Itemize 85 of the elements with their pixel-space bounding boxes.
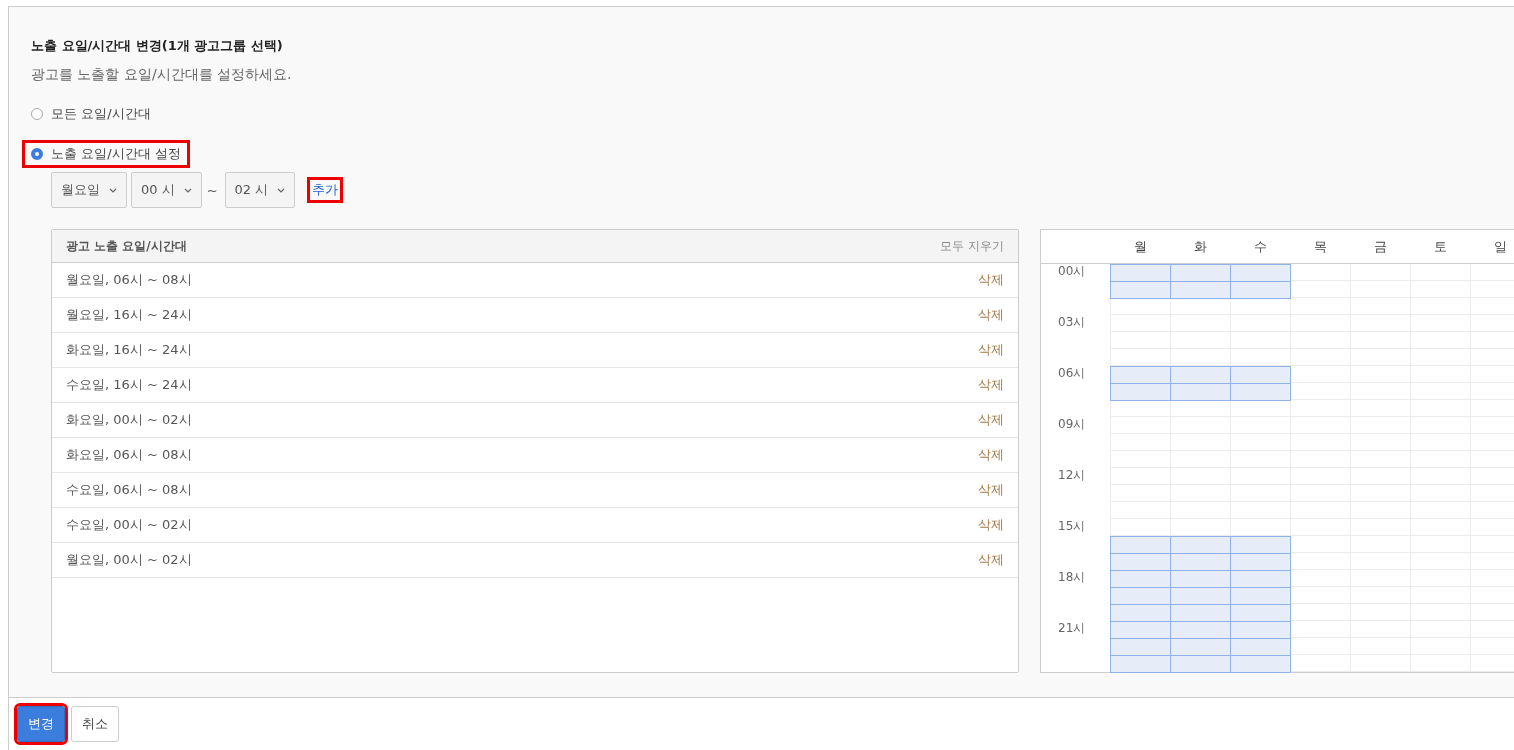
end-hour-select[interactable]: 02 시	[224, 172, 296, 208]
chevron-down-icon	[183, 187, 192, 193]
time-slot[interactable]	[1110, 638, 1171, 656]
time-slot[interactable]	[1170, 536, 1231, 554]
schedule-entry: 화요일, 00시 ~ 02시	[66, 411, 192, 429]
time-slot[interactable]	[1230, 264, 1291, 282]
delete-link[interactable]: 삭제	[978, 516, 1004, 534]
start-hour-select[interactable]: 00 시	[131, 172, 202, 208]
time-slot[interactable]	[1110, 604, 1171, 622]
dialog-title: 노출 요일/시간대 변경(1개 광고그룹 선택)	[31, 37, 284, 55]
time-slot[interactable]	[1230, 655, 1291, 673]
time-slot[interactable]	[1110, 553, 1171, 571]
hour-label: 18시	[1058, 570, 1086, 584]
delete-link[interactable]: 삭제	[978, 481, 1004, 499]
time-slot[interactable]	[1230, 604, 1291, 622]
delete-link[interactable]: 삭제	[978, 341, 1004, 359]
day-header: 화	[1192, 238, 1208, 256]
time-slot[interactable]	[1230, 383, 1291, 401]
time-slot[interactable]	[1170, 570, 1231, 588]
time-slot[interactable]	[1110, 655, 1171, 673]
schedule-entry: 수요일, 00시 ~ 02시	[66, 516, 192, 534]
delete-link[interactable]: 삭제	[978, 376, 1004, 394]
delete-link[interactable]: 삭제	[978, 411, 1004, 429]
time-slot[interactable]	[1110, 281, 1171, 299]
delete-link[interactable]: 삭제	[978, 306, 1004, 324]
time-slot[interactable]	[1230, 281, 1291, 299]
hour-label: 21시	[1058, 621, 1086, 635]
delete-link[interactable]: 삭제	[978, 551, 1004, 569]
time-slot[interactable]	[1170, 366, 1231, 384]
day-header: 금	[1372, 238, 1388, 256]
dialog-description: 광고를 노출할 요일/시간대를 설정하세요.	[31, 66, 293, 84]
hour-label: 09시	[1058, 417, 1086, 431]
hour-label: 15시	[1058, 519, 1086, 533]
time-slot[interactable]	[1110, 536, 1171, 554]
submit-button[interactable]: 변경	[17, 706, 65, 742]
time-slot[interactable]	[1170, 655, 1231, 673]
time-slot[interactable]	[1230, 366, 1291, 384]
range-separator: ~	[206, 182, 218, 198]
time-slot[interactable]	[1230, 570, 1291, 588]
time-slot[interactable]	[1110, 621, 1171, 639]
time-slot[interactable]	[1110, 383, 1171, 401]
hour-label: 06시	[1058, 366, 1086, 380]
delete-link[interactable]: 삭제	[978, 271, 1004, 289]
schedule-entry: 화요일, 06시 ~ 08시	[66, 446, 192, 464]
time-slot[interactable]	[1230, 553, 1291, 571]
add-link[interactable]: 추가	[307, 177, 344, 203]
schedule-entry: 수요일, 06시 ~ 08시	[66, 481, 192, 499]
hour-label: 00시	[1058, 264, 1086, 278]
time-slot[interactable]	[1170, 264, 1231, 282]
schedule-entry: 화요일, 16시 ~ 24시	[66, 341, 192, 359]
time-slot[interactable]	[1170, 553, 1231, 571]
time-slot[interactable]	[1230, 536, 1291, 554]
day-header: 월	[1132, 238, 1148, 256]
day-header: 수	[1252, 238, 1268, 256]
day-header: 토	[1432, 238, 1448, 256]
schedule-entry: 월요일, 16시 ~ 24시	[66, 306, 192, 324]
schedule-entry: 월요일, 00시 ~ 02시	[66, 551, 192, 569]
time-slot[interactable]	[1110, 570, 1171, 588]
radio-option[interactable]: 모든 요일/시간대	[28, 100, 160, 128]
time-slot[interactable]	[1170, 621, 1231, 639]
chevron-down-icon	[109, 187, 117, 193]
schedule-entry: 월요일, 06시 ~ 08시	[66, 271, 192, 289]
delete-link[interactable]: 삭제	[978, 446, 1004, 464]
day-header: 일	[1492, 238, 1508, 256]
time-slot[interactable]	[1170, 383, 1231, 401]
time-slot[interactable]	[1110, 264, 1171, 282]
day-select[interactable]: 월요일	[51, 172, 127, 208]
hour-label: 03시	[1058, 315, 1086, 329]
time-slot[interactable]	[1230, 621, 1291, 639]
time-slot[interactable]	[1170, 281, 1231, 299]
list-header: 광고 노출 요일/시간대	[66, 237, 187, 255]
time-slot[interactable]	[1230, 638, 1291, 656]
chevron-down-icon	[277, 187, 286, 193]
time-slot[interactable]	[1170, 604, 1231, 622]
time-slot[interactable]	[1170, 587, 1231, 605]
time-slot[interactable]	[1110, 366, 1171, 384]
schedule-entry: 수요일, 16시 ~ 24시	[66, 376, 192, 394]
time-slot[interactable]	[1170, 638, 1231, 656]
time-slot[interactable]	[1110, 587, 1171, 605]
day-header: 목	[1312, 238, 1328, 256]
cancel-button[interactable]: 취소	[71, 706, 119, 742]
time-slot[interactable]	[1230, 587, 1291, 605]
radio-option[interactable]: 노출 요일/시간대 설정	[22, 140, 190, 168]
clear-all-link[interactable]: 모두 지우기	[940, 237, 1004, 255]
hour-label: 12시	[1058, 468, 1086, 482]
